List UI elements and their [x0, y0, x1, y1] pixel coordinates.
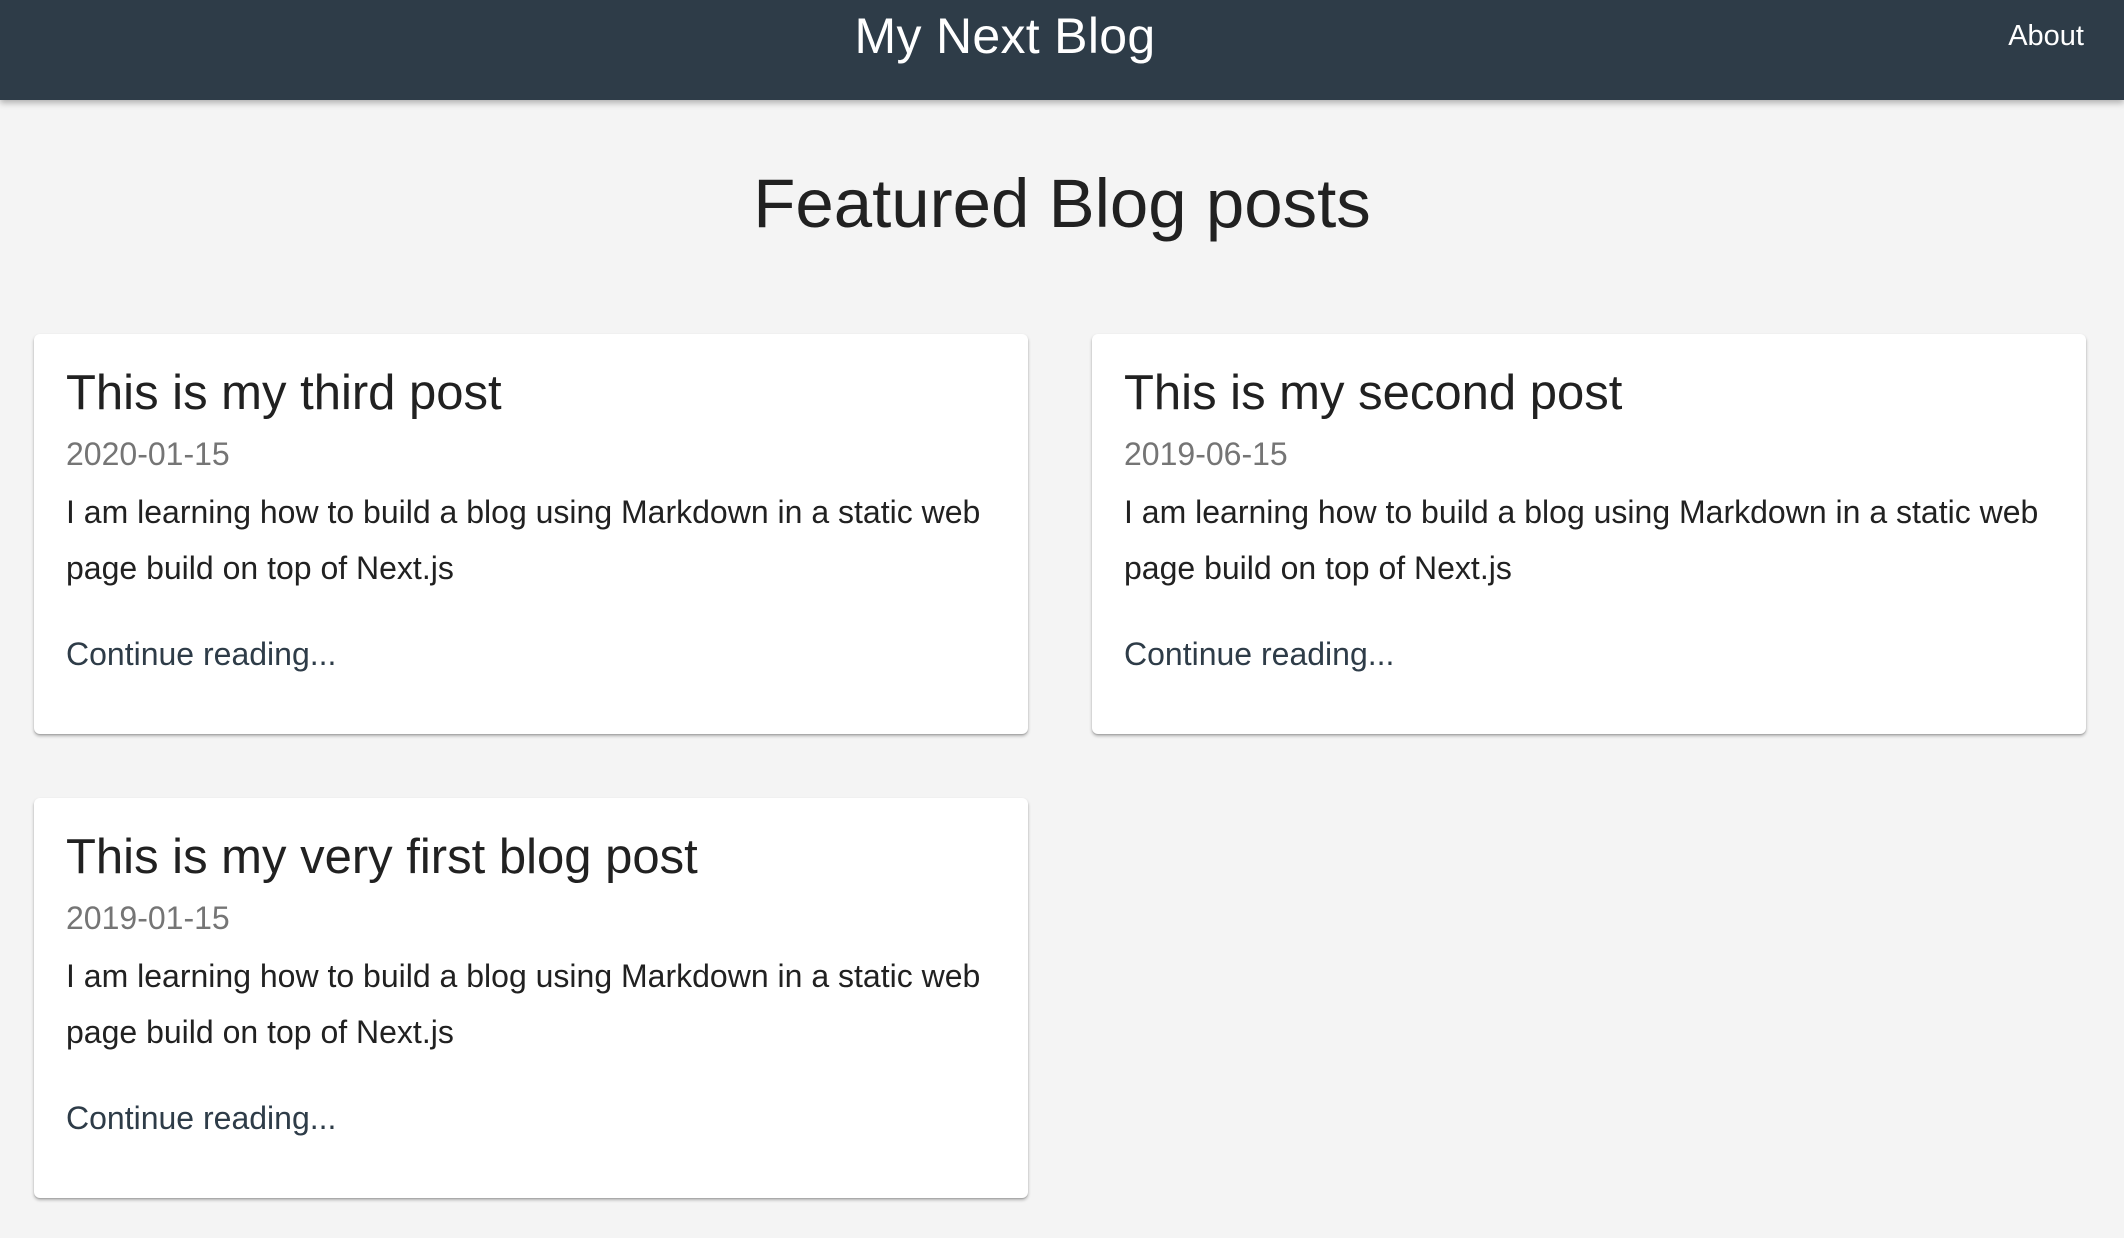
post-title: This is my second post [1124, 366, 1623, 420]
post-excerpt: I am learning how to build a blog using … [1124, 494, 2039, 586]
post-date: 2019-06-15 [1124, 436, 1288, 472]
post-card: This is my very first blog post 2019-01-… [34, 798, 1028, 1198]
post-excerpt: I am learning how to build a blog using … [66, 958, 981, 1050]
continue-reading-link[interactable]: Continue reading... [66, 1098, 336, 1138]
site-title-link[interactable]: My Next Blog [0, 6, 2010, 66]
post-card: This is my second post 2019-06-15 I am l… [1092, 334, 2086, 734]
app-bar: My Next Blog About [0, 0, 2124, 100]
post-date: 2019-01-15 [66, 900, 230, 936]
post-date: 2020-01-15 [66, 436, 230, 472]
page-title: Featured Blog posts [753, 165, 1371, 242]
post-title: This is my very first blog post [66, 830, 698, 884]
about-link[interactable]: About [2008, 18, 2084, 54]
post-title: This is my third post [66, 366, 502, 420]
continue-reading-link[interactable]: Continue reading... [1124, 634, 1394, 674]
post-card: This is my third post 2020-01-15 I am le… [34, 334, 1028, 734]
continue-reading-link[interactable]: Continue reading... [66, 634, 336, 674]
post-excerpt: I am learning how to build a blog using … [66, 494, 981, 586]
